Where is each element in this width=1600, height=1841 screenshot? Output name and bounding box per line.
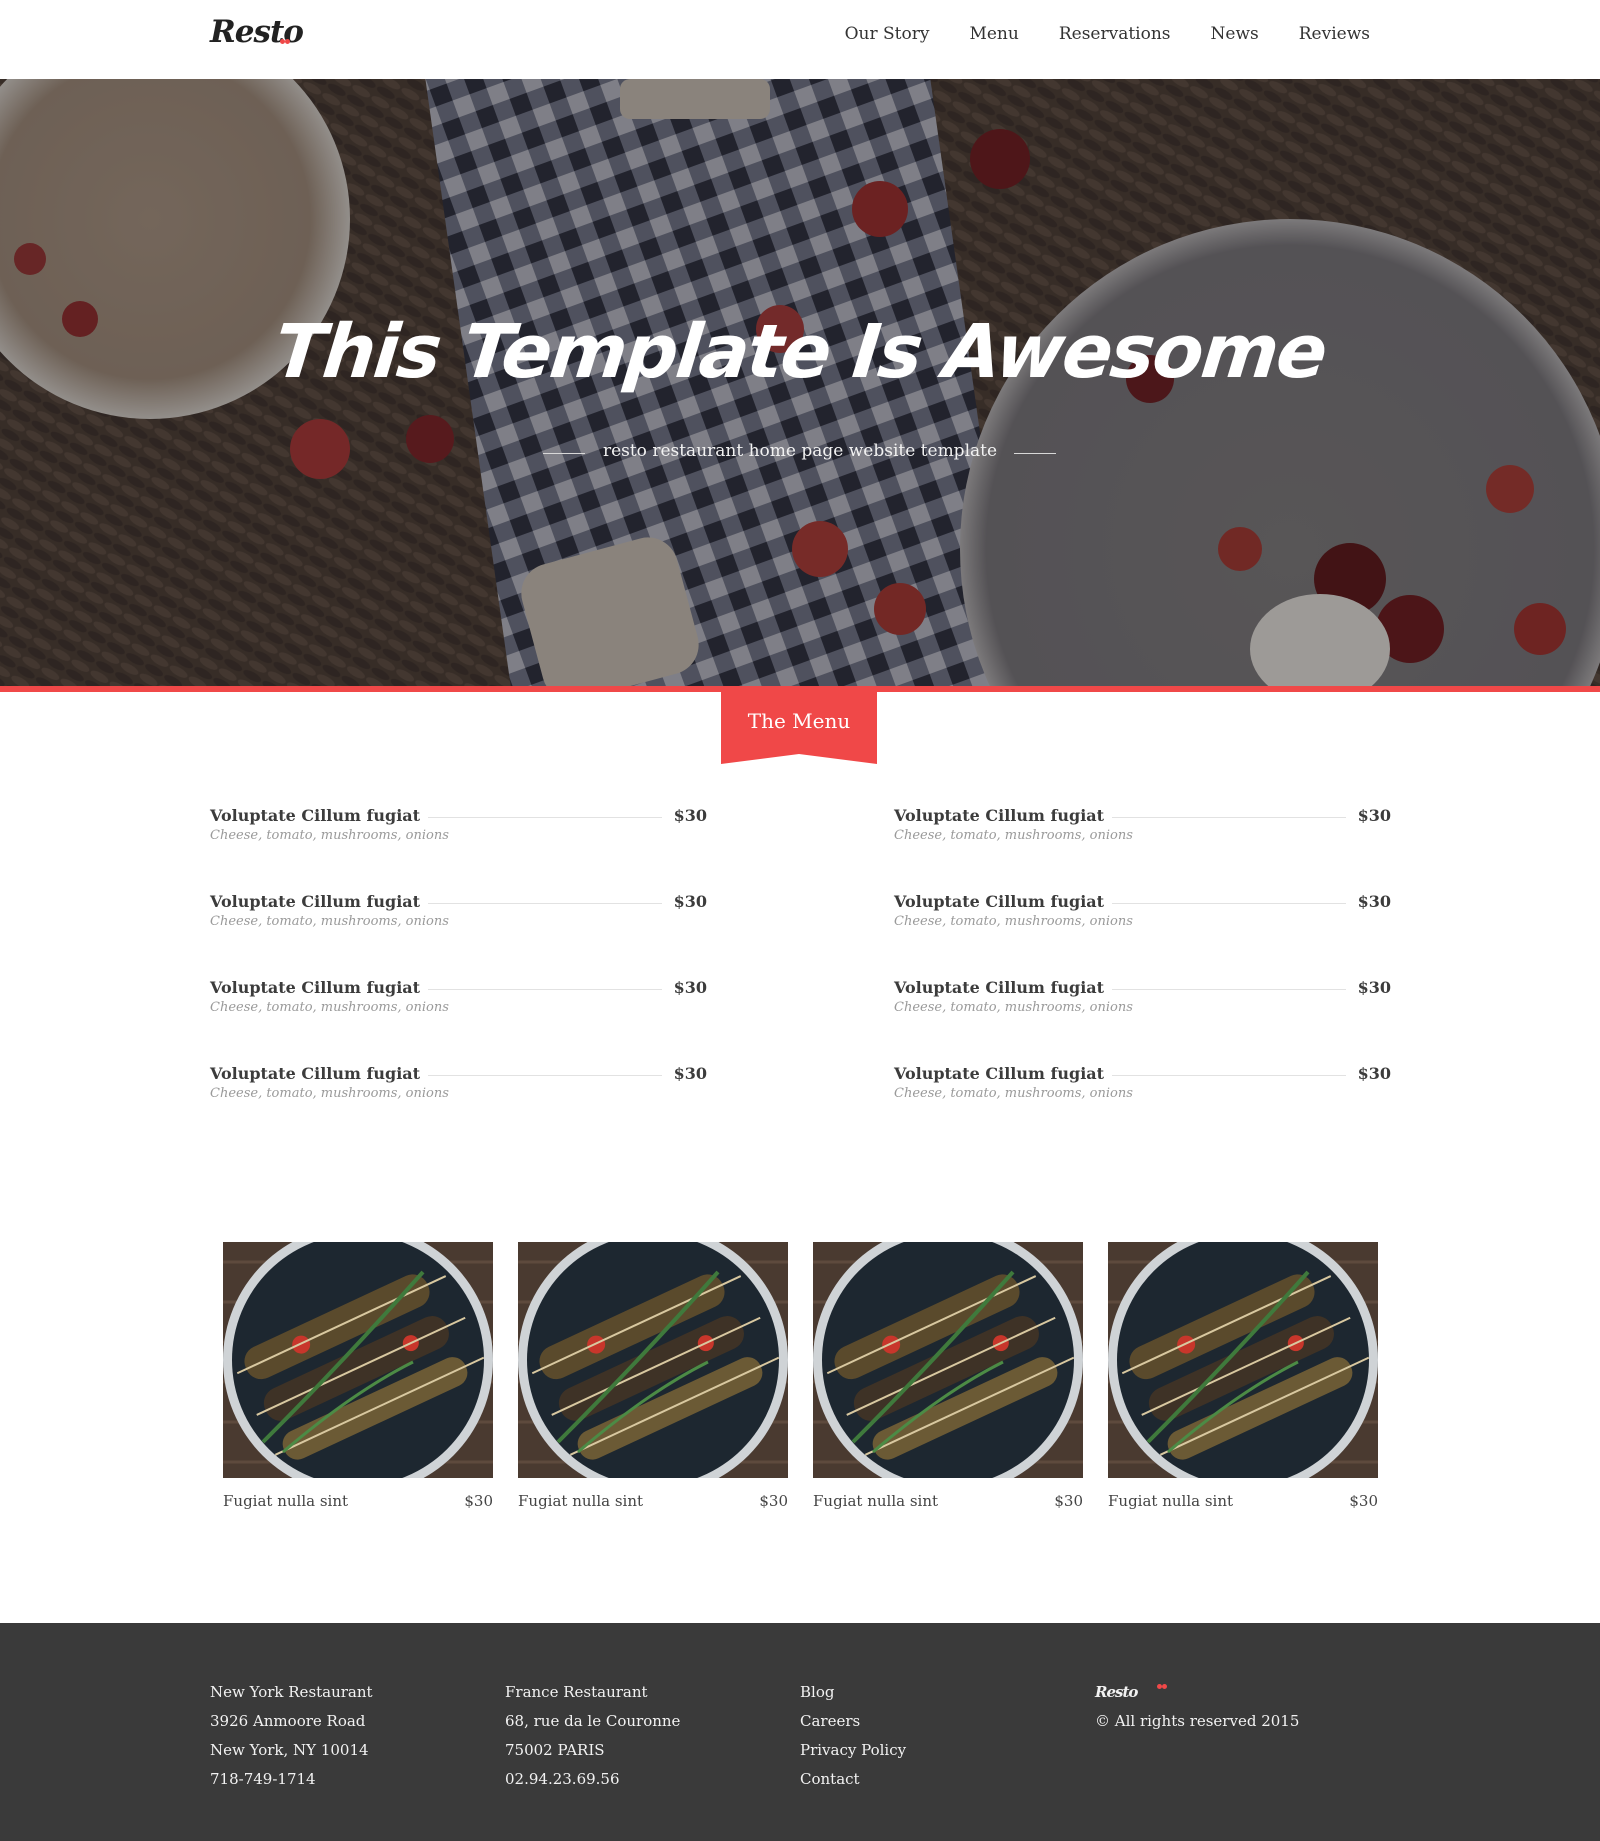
footer-fr-phone: 02.94.23.69.56 [505,1770,620,1788]
hero-title: This Template Is Awesome [270,309,1330,395]
menu-item[interactable]: Voluptate Cillum fugiat $30 Cheese, toma… [210,800,707,886]
nav-our-story[interactable]: Our Story [845,24,930,44]
footer-ny-city: New York, NY 10014 [210,1741,369,1759]
footer-brand: Resto © All rights reserved 2015 [1095,1678,1299,1736]
footer-fr-city: 75002 PARIS [505,1741,605,1759]
hero-divider-right [1014,453,1056,454]
menu-item-price: $30 [673,1064,707,1083]
nav-news[interactable]: News [1211,24,1259,44]
footer-copyright: © All rights reserved 2015 [1095,1712,1300,1730]
footer-link-blog[interactable]: Blog [800,1678,906,1707]
menu-item-name: Voluptate Cillum fugiat [210,978,429,997]
site-header: Resto Our Story Menu Reservations News R… [0,0,1600,79]
dish-price: $30 [1349,1492,1378,1510]
menu-item-description: Cheese, tomato, mushrooms, onions [210,1000,449,1015]
dish-image [813,1242,1083,1478]
hero-banner: This Template Is Awesome resto restauran… [0,79,1600,687]
menu-column-left: Voluptate Cillum fugiat $30 Cheese, toma… [210,800,707,1144]
footer-links: Blog Careers Privacy Policy Contact [800,1678,906,1794]
footer-fr-street: 68, rue da le Couronne [505,1712,681,1730]
dish-price: $30 [1054,1492,1083,1510]
menu-item-name: Voluptate Cillum fugiat [894,892,1113,911]
menu-item[interactable]: Voluptate Cillum fugiat $30 Cheese, toma… [894,886,1391,972]
menu-item-price: $30 [1357,978,1391,997]
dish-price: $30 [759,1492,788,1510]
footer-ny-street: 3926 Anmoore Road [210,1712,366,1730]
menu-section-flag: The Menu [721,692,877,764]
nav-menu[interactable]: Menu [969,24,1018,44]
dish-price: $30 [464,1492,493,1510]
skewer-plate-image [518,1242,788,1478]
skewer-plate-image [813,1242,1083,1478]
menu-item-leader [1099,1075,1346,1076]
dish-name: Fugiat nulla sint [518,1492,644,1510]
menu-item[interactable]: Voluptate Cillum fugiat $30 Cheese, toma… [894,800,1391,886]
menu-column-right: Voluptate Cillum fugiat $30 Cheese, toma… [894,800,1391,1144]
footer-logo-dots [1157,1684,1168,1690]
menu-item-price: $30 [1357,892,1391,911]
menu-item-name: Voluptate Cillum fugiat [894,978,1113,997]
menu-item-leader [415,1075,662,1076]
skewer-plate-image [223,1242,493,1478]
menu-item-leader [1099,903,1346,904]
menu-item-description: Cheese, tomato, mushrooms, onions [210,914,449,929]
menu-item-description: Cheese, tomato, mushrooms, onions [894,914,1133,929]
menu-item-description: Cheese, tomato, mushrooms, onions [894,1000,1133,1015]
menu-item-name: Voluptate Cillum fugiat [210,806,429,825]
menu-item-leader [1099,989,1346,990]
menu-item[interactable]: Voluptate Cillum fugiat $30 Cheese, toma… [894,972,1391,1058]
footer-ny-phone: 718-749-1714 [210,1770,316,1788]
menu-item-price: $30 [673,978,707,997]
menu-item-name: Voluptate Cillum fugiat [894,1064,1113,1083]
dish-name: Fugiat nulla sint [223,1492,349,1510]
footer-logo[interactable]: Resto [1095,1678,1299,1707]
dish-image [223,1242,493,1478]
dish-image [518,1242,788,1478]
hero-subtitle: resto restaurant home page website templ… [602,441,998,461]
menu-item-name: Voluptate Cillum fugiat [894,806,1113,825]
menu-section-title: The Menu [747,709,851,733]
dish-name: Fugiat nulla sint [813,1492,939,1510]
menu-item[interactable]: Voluptate Cillum fugiat $30 Cheese, toma… [210,886,707,972]
site-footer: New York Restaurant 3926 Anmoore Road Ne… [0,1623,1600,1841]
menu-item-price: $30 [673,892,707,911]
menu-item-description: Cheese, tomato, mushrooms, onions [210,828,449,843]
footer-link-careers[interactable]: Careers [800,1707,906,1736]
nav-reviews[interactable]: Reviews [1299,24,1370,44]
menu-item[interactable]: Voluptate Cillum fugiat $30 Cheese, toma… [894,1058,1391,1144]
menu-item-leader [415,817,662,818]
footer-link-contact[interactable]: Contact [800,1765,906,1794]
dish-name: Fugiat nulla sint [1108,1492,1234,1510]
menu-item-name: Voluptate Cillum fugiat [210,1064,429,1083]
menu-item-leader [415,989,662,990]
logo-dots [280,39,291,45]
menu-item-name: Voluptate Cillum fugiat [210,892,429,911]
menu-item-leader [415,903,662,904]
main-nav: Our Story Menu Reservations News Reviews [845,24,1370,44]
menu-item-description: Cheese, tomato, mushrooms, onions [894,828,1133,843]
menu-item[interactable]: Voluptate Cillum fugiat $30 Cheese, toma… [210,972,707,1058]
nav-reservations[interactable]: Reservations [1059,24,1171,44]
footer-link-privacy[interactable]: Privacy Policy [800,1736,906,1765]
footer-ny-title: New York Restaurant [210,1683,373,1701]
menu-item-price: $30 [1357,806,1391,825]
footer-ny-address: New York Restaurant 3926 Anmoore Road Ne… [210,1678,373,1794]
footer-fr-address: France Restaurant 68, rue da le Couronne… [505,1678,680,1794]
dish-image [1108,1242,1378,1478]
menu-item-price: $30 [673,806,707,825]
menu-item-description: Cheese, tomato, mushrooms, onions [210,1086,449,1101]
menu-item[interactable]: Voluptate Cillum fugiat $30 Cheese, toma… [210,1058,707,1144]
skewer-plate-image [1108,1242,1378,1478]
menu-item-price: $30 [1357,1064,1391,1083]
menu-item-leader [1099,817,1346,818]
footer-fr-title: France Restaurant [505,1683,648,1701]
menu-item-description: Cheese, tomato, mushrooms, onions [894,1086,1133,1101]
